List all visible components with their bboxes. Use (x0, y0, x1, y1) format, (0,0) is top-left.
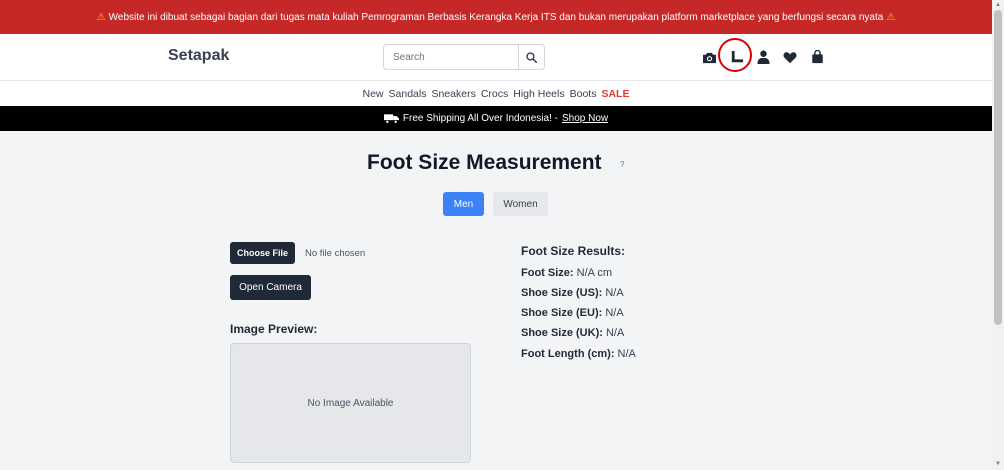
search-button[interactable] (518, 45, 544, 69)
result-shoe-size-us: Shoe Size (US): N/A (521, 287, 624, 299)
scroll-up-icon[interactable]: ▲ (995, 2, 1001, 8)
warning-icon: ⚠ (886, 11, 896, 23)
heart-icon[interactable] (781, 48, 799, 66)
category-sale[interactable]: SALE (601, 88, 629, 100)
image-preview-box: No Image Available (230, 343, 471, 463)
result-label: Shoe Size (UK): (521, 327, 603, 339)
result-value: N/A (605, 287, 624, 299)
truck-icon (383, 114, 399, 124)
results-title: Foot Size Results: (521, 244, 626, 258)
category-crocs[interactable]: Crocs (481, 88, 508, 100)
warning-icon: ⚠ (96, 11, 106, 23)
warning-banner: ⚠ Website ini dibuat sebagai bagian dari… (0, 0, 992, 34)
result-label: Foot Length (cm): (521, 348, 615, 360)
scroll-down-icon[interactable]: ▼ (995, 461, 1001, 467)
shipping-text: Free Shipping All Over Indonesia! - (402, 113, 558, 124)
scrollbar-thumb[interactable] (994, 10, 1002, 325)
image-preview-label: Image Preview: (230, 322, 318, 336)
help-icon[interactable]: ? (620, 160, 624, 169)
category-sandals[interactable]: Sandals (389, 88, 427, 100)
site-header: Setapak (0, 34, 992, 81)
result-label: Shoe Size (US): (521, 287, 603, 299)
result-value: N/A (605, 307, 624, 319)
result-shoe-size-uk: Shoe Size (UK): N/A (521, 327, 624, 339)
shipping-banner: Free Shipping All Over Indonesia! - Shop… (0, 106, 992, 131)
warning-banner-text: Website ini dibuat sebagai bagian dari t… (108, 11, 884, 23)
open-camera-button[interactable]: Open Camera (230, 275, 311, 300)
category-new[interactable]: New (363, 88, 384, 100)
result-label: Shoe Size (EU): (521, 307, 603, 319)
site-logo[interactable]: Setapak (168, 47, 229, 65)
tab-women[interactable]: Women (493, 192, 548, 216)
choose-file-button[interactable]: Choose File (230, 242, 295, 264)
result-foot-size: Foot Size: N/A cm (521, 267, 612, 279)
search-input[interactable] (384, 45, 518, 69)
result-foot-length: Foot Length (cm): N/A (521, 348, 636, 360)
file-status: No file chosen (305, 248, 366, 259)
category-high-heels[interactable]: High Heels (513, 88, 564, 100)
result-value: N/A cm (576, 267, 613, 279)
result-shoe-size-eu: Shoe Size (EU): N/A (521, 307, 624, 319)
search-bar (383, 44, 545, 70)
camera-icon[interactable] (700, 48, 718, 66)
result-value: N/A (617, 348, 636, 360)
shopping-bag-icon[interactable] (808, 48, 826, 66)
search-icon (526, 51, 537, 63)
tab-men[interactable]: Men (443, 192, 484, 216)
page-title: Foot Size Measurement (367, 151, 602, 174)
no-image-text: No Image Available (307, 397, 394, 409)
category-nav: New Sandals Sneakers Crocs High Heels Bo… (0, 81, 992, 106)
category-sneakers[interactable]: Sneakers (431, 88, 475, 100)
result-value: N/A (605, 327, 625, 339)
highlight-circle (718, 38, 752, 72)
result-label: Foot Size: (521, 267, 574, 279)
category-boots[interactable]: Boots (570, 88, 597, 100)
user-icon[interactable] (754, 48, 772, 66)
shop-now-link[interactable]: Shop Now (562, 113, 608, 124)
